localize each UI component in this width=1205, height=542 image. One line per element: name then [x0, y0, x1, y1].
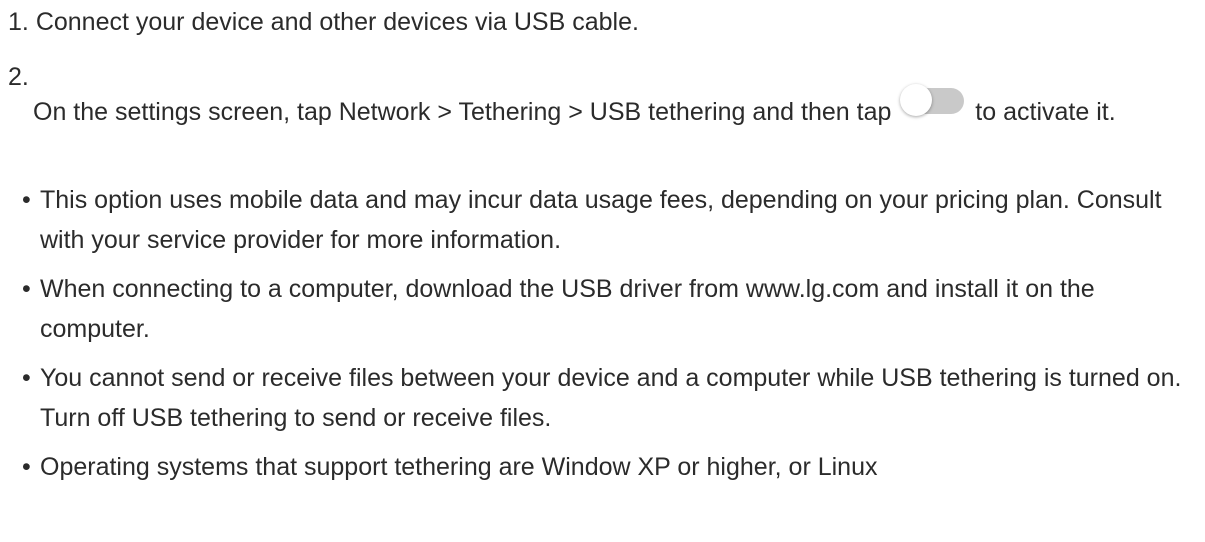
note-item: • You cannot send or receive files betwe… — [22, 358, 1192, 438]
bullet-icon: • — [22, 364, 31, 392]
step-1: 1. Connect your device and other devices… — [8, 2, 639, 42]
note-item: • Operating systems that support tetheri… — [22, 447, 1192, 487]
step-2-text: On the settings screen, tap Network > Te… — [33, 84, 1183, 134]
step-1-text: Connect your device and other devices vi… — [35, 8, 639, 36]
note-text: You cannot send or receive files between… — [40, 364, 1182, 432]
bullet-icon: • — [22, 453, 31, 481]
note-item: • This option uses mobile data and may i… — [22, 180, 1192, 260]
note-text: This option uses mobile data and may inc… — [40, 186, 1162, 254]
step-2-number: 2. — [8, 63, 29, 91]
step-1-number: 1. — [8, 8, 29, 36]
bullet-icon: • — [22, 186, 31, 214]
note-item: • When connecting to a computer, downloa… — [22, 269, 1192, 349]
step-2-text-before: On the settings screen, tap Network > Te… — [33, 98, 892, 126]
note-text: Operating systems that support tethering… — [40, 453, 878, 481]
instructions-document: 1. Connect your device and other devices… — [0, 0, 1205, 542]
bullet-icon: • — [22, 275, 31, 303]
notes-list: • This option uses mobile data and may i… — [22, 180, 1192, 496]
toggle-switch-off-icon — [900, 84, 965, 116]
note-text: When connecting to a computer, download … — [40, 275, 1095, 343]
step-2-text-after: to activate it. — [975, 98, 1116, 126]
